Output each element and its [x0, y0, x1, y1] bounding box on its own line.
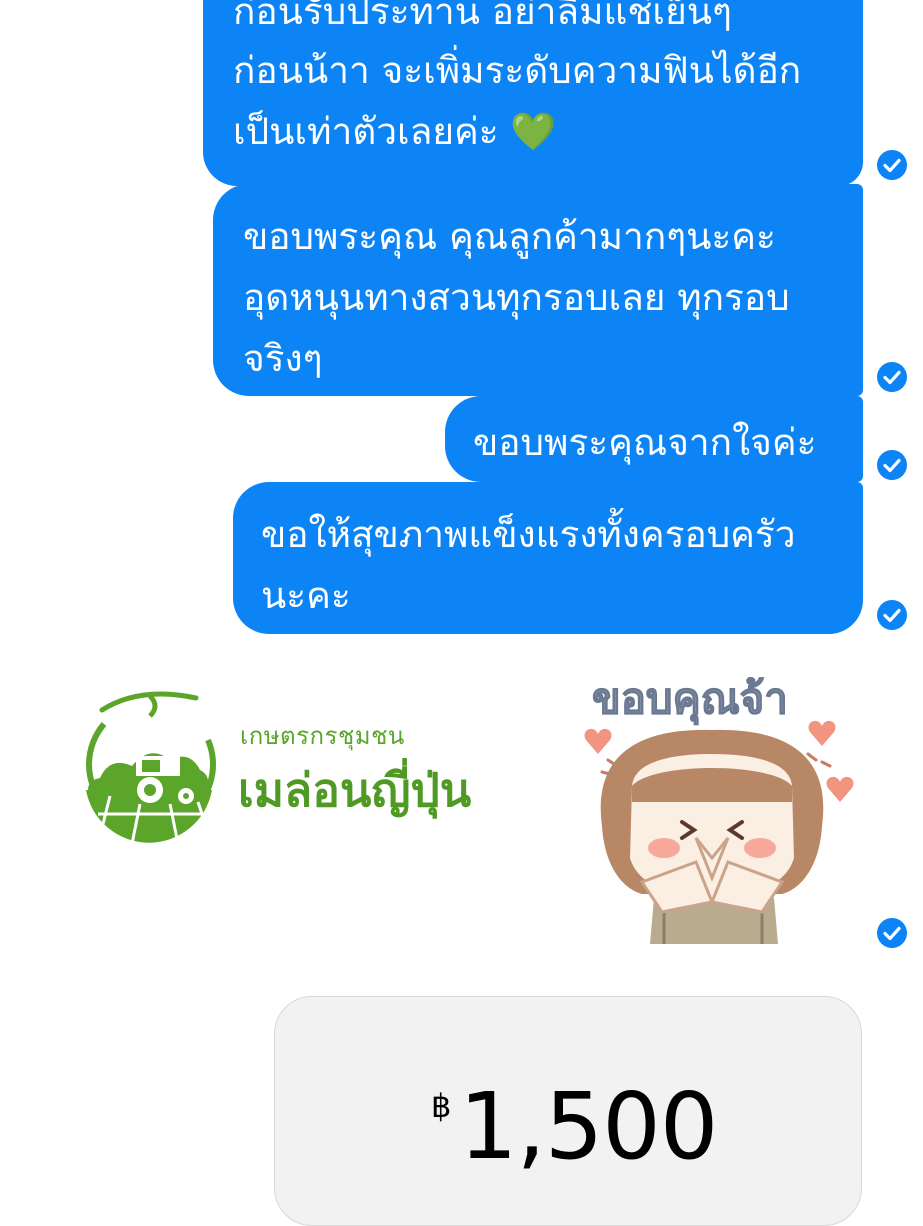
check-circle-icon	[877, 918, 907, 948]
logo-subtitle: เกษตรกรชุมชน	[240, 722, 405, 750]
message-text: จริงๆ	[243, 337, 323, 380]
check-circle-icon	[877, 600, 907, 630]
message-text: นะคะ	[261, 574, 351, 617]
thank-you-sticker[interactable]: ขอบคุณจ้า	[572, 662, 862, 962]
check-circle-icon	[877, 150, 907, 180]
check-circle-icon	[877, 450, 907, 480]
currency-symbol: ฿	[431, 1087, 452, 1125]
check-circle-icon	[877, 362, 907, 392]
logo-title: เมล่อนญี่ปุ่น	[238, 763, 472, 817]
message-bubble[interactable]: ก่อนรับประทาน อย่าลืมแช่เย็นๆ ก่อนน้าา จ…	[203, 0, 863, 186]
message-text: ขอบพระคุณจากใจค่ะ	[473, 421, 817, 464]
melon-farm-logo-icon	[86, 691, 217, 855]
message-bubble[interactable]: ขอให้สุขภาพแข็งแรงทั้งครอบครัว นะคะ	[233, 482, 863, 634]
message-text: ก่อนน้าา จะเพิ่มระดับความฟินได้อีก	[233, 49, 802, 92]
farm-logo: เกษตรกรชุมชน เมล่อนญี่ปุ่น	[80, 686, 510, 866]
payment-card[interactable]: ฿ 1,500	[274, 996, 862, 1226]
message-bubble[interactable]: ขอบพระคุณจากใจค่ะ	[445, 396, 863, 482]
message-text: อุดหนุนทางสวนทุกรอบเลย ทุกรอบ	[243, 276, 790, 319]
message-text: ขอบพระคุณ คุณลูกค้ามากๆนะคะ	[243, 215, 776, 258]
payment-amount: 1,500	[459, 1073, 718, 1180]
message-text: เป็นเท่าตัวเลยค่ะ 💚	[233, 110, 557, 153]
message-text: ก่อนรับประทาน อย่าลืมแช่เย็นๆ	[233, 0, 732, 33]
message-bubble[interactable]: ขอบพระคุณ คุณลูกค้ามากๆนะคะ อุดหนุนทางสว…	[213, 184, 863, 396]
girl-bowing-sticker-icon	[584, 720, 854, 944]
message-text: ขอให้สุขภาพแข็งแรงทั้งครอบครัว	[261, 513, 796, 556]
